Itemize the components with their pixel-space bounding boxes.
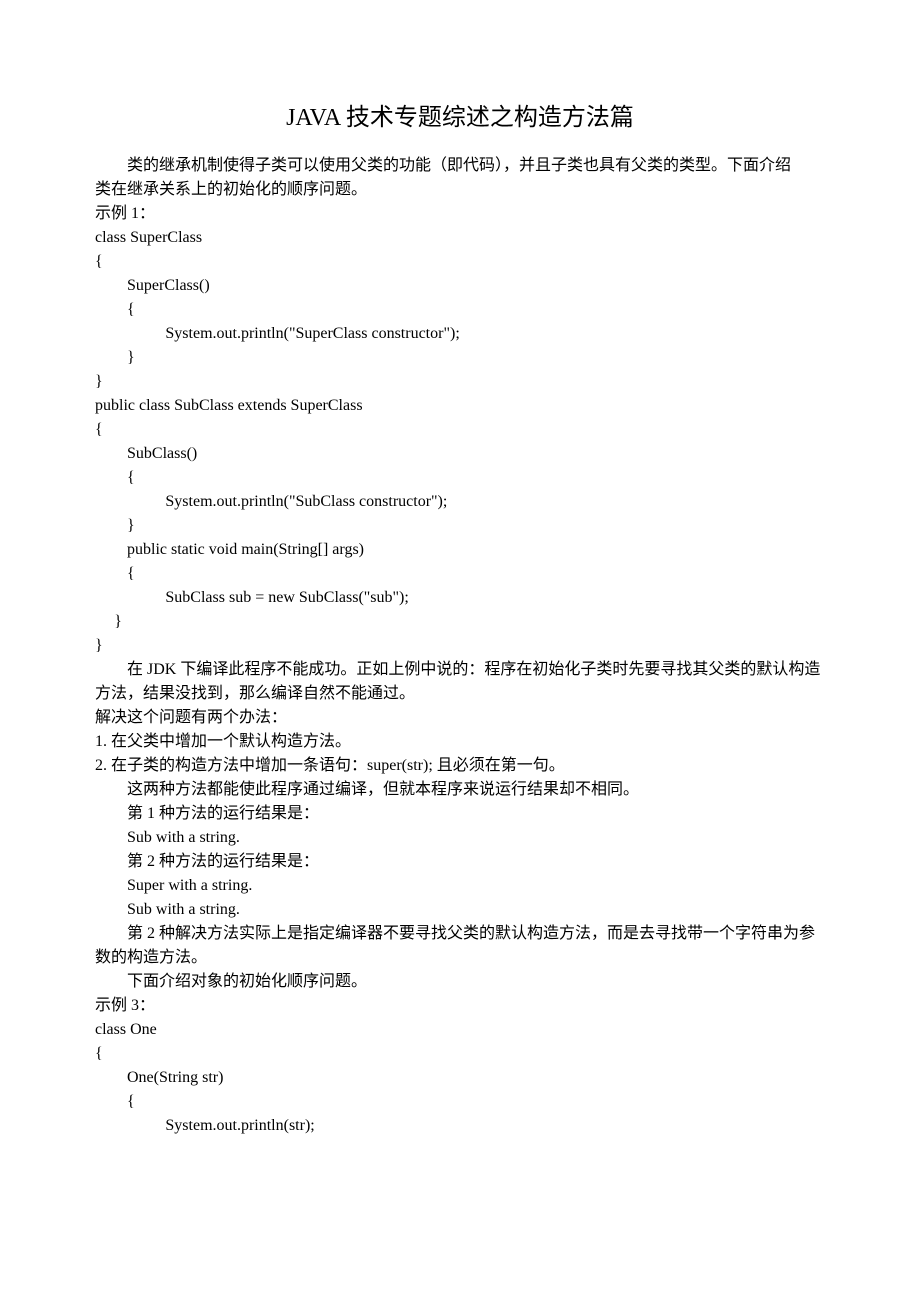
code-line: } — [95, 610, 825, 634]
paragraph: 在 JDK 下编译此程序不能成功。正如上例中说的：程序在初始化子类时先要寻找其父… — [95, 658, 825, 706]
code-line: SuperClass() — [95, 274, 825, 298]
paragraph: 第 1 种方法的运行结果是： — [95, 802, 825, 826]
code-line: } — [95, 370, 825, 394]
list-item: 2. 在子类的构造方法中增加一条语句：super(str); 且必须在第一句。 — [95, 754, 825, 778]
output-line: Sub with a string. — [95, 898, 825, 922]
paragraph: 第 2 种解决方法实际上是指定编译器不要寻找父类的默认构造方法，而是去寻找带一个… — [95, 922, 825, 970]
example-heading: 示例 3： — [95, 994, 825, 1018]
paragraph: 解决这个问题有两个办法： — [95, 706, 825, 730]
code-line: public class SubClass extends SuperClass — [95, 394, 825, 418]
paragraph: 类在继承关系上的初始化的顺序问题。 — [95, 178, 825, 202]
code-line: SubClass() — [95, 442, 825, 466]
code-line: { — [95, 1090, 825, 1114]
output-line: Sub with a string. — [95, 826, 825, 850]
code-line: { — [95, 418, 825, 442]
code-line: } — [95, 634, 825, 658]
code-line: System.out.println(str); — [95, 1114, 825, 1138]
code-line: class SuperClass — [95, 226, 825, 250]
example-heading: 示例 1： — [95, 202, 825, 226]
paragraph: 第 2 种方法的运行结果是： — [95, 850, 825, 874]
code-line: { — [95, 250, 825, 274]
code-line: public static void main(String[] args) — [95, 538, 825, 562]
code-line: { — [95, 298, 825, 322]
code-line: { — [95, 1042, 825, 1066]
code-line: SubClass sub = new SubClass("sub"); — [95, 586, 825, 610]
code-line: class One — [95, 1018, 825, 1042]
paragraph: 这两种方法都能使此程序通过编译，但就本程序来说运行结果却不相同。 — [95, 778, 825, 802]
code-line: { — [95, 466, 825, 490]
code-line: { — [95, 562, 825, 586]
page-title: JAVA 技术专题综述之构造方法篇 — [95, 100, 825, 136]
output-line: Super with a string. — [95, 874, 825, 898]
code-line: One(String str) — [95, 1066, 825, 1090]
code-line: System.out.println("SuperClass construct… — [95, 322, 825, 346]
paragraph: 下面介绍对象的初始化顺序问题。 — [95, 970, 825, 994]
code-line: System.out.println("SubClass constructor… — [95, 490, 825, 514]
code-line: } — [95, 514, 825, 538]
code-line: } — [95, 346, 825, 370]
paragraph: 类的继承机制使得子类可以使用父类的功能（即代码），并且子类也具有父类的类型。下面… — [95, 154, 825, 178]
list-item: 1. 在父类中增加一个默认构造方法。 — [95, 730, 825, 754]
